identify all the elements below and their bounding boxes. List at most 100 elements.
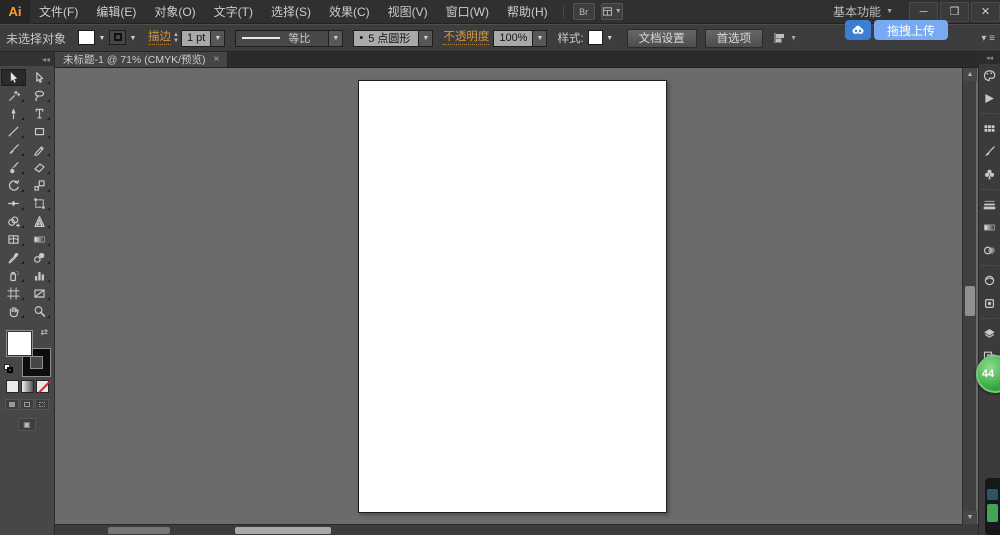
hand-tool[interactable]	[1, 303, 26, 320]
transparency-panel-icon[interactable]	[979, 239, 1000, 262]
line-segment-tool[interactable]	[1, 123, 26, 140]
screen-mode-button[interactable]: ▣	[18, 418, 36, 431]
maximize-button[interactable]: ❐	[940, 2, 969, 22]
layers-panel-icon[interactable]	[979, 322, 1000, 345]
arrange-documents-icon[interactable]: ▼	[601, 3, 623, 20]
width-tool[interactable]	[1, 195, 26, 212]
menu-item-2[interactable]: 对象(O)	[145, 0, 204, 24]
menu-item-3[interactable]: 文字(T)	[205, 0, 262, 24]
opacity-combo[interactable]: 100% ▼	[493, 30, 547, 47]
menu-item-8[interactable]: 帮助(H)	[498, 0, 557, 24]
canvas-area[interactable]	[55, 68, 978, 524]
panel-dock: ◂◂	[978, 52, 1000, 535]
panel-menu-icon[interactable]: ▾ ≡	[981, 33, 995, 44]
artboard[interactable]	[358, 80, 667, 513]
magic-wand-tool[interactable]	[1, 87, 26, 104]
tools-panel-header[interactable]: ◂◂	[0, 52, 54, 66]
scale-tool[interactable]	[27, 177, 52, 194]
swatches-panel-icon[interactable]	[979, 117, 1000, 140]
tab-close-icon[interactable]: ×	[214, 54, 220, 65]
tools-grid	[0, 69, 54, 320]
bridge-icon[interactable]: Br	[573, 3, 595, 20]
chevron-down-icon: ▼	[329, 30, 343, 47]
vertical-scroll-thumb[interactable]	[965, 286, 975, 316]
direct-selection-tool[interactable]	[27, 69, 52, 86]
stroke-color-picker[interactable]: ▼	[109, 30, 140, 47]
rectangle-tool[interactable]	[27, 123, 52, 140]
gradient-tool[interactable]	[27, 231, 52, 248]
default-fill-stroke-icon[interactable]	[4, 364, 14, 374]
slice-tool[interactable]	[27, 285, 52, 302]
none-paint-button[interactable]	[36, 380, 49, 393]
style-picker[interactable]: ▼	[588, 30, 617, 47]
app-logo-icon[interactable]: Ai	[0, 0, 30, 24]
symbols-panel-icon[interactable]	[979, 163, 1000, 186]
dock-expand-icon[interactable]: ◂◂	[979, 52, 1000, 64]
workspace-switcher[interactable]: 基本功能 ▼	[833, 3, 893, 20]
pencil-tool[interactable]	[27, 141, 52, 158]
close-button[interactable]: ✕	[971, 2, 1000, 22]
lasso-tool[interactable]	[27, 87, 52, 104]
scroll-up-icon[interactable]: ▲	[963, 68, 977, 81]
zoom-tool[interactable]	[27, 303, 52, 320]
eyedropper-tool[interactable]	[1, 249, 26, 266]
draw-inside-button[interactable]	[35, 399, 49, 410]
fill-proxy-swatch[interactable]	[6, 330, 33, 357]
eraser-tool[interactable]	[27, 159, 52, 176]
rotate-tool[interactable]	[1, 177, 26, 194]
workspace-label: 基本功能	[833, 3, 881, 20]
paintbrush-tool[interactable]	[1, 141, 26, 158]
menu-item-7[interactable]: 窗口(W)	[437, 0, 498, 24]
brush-definition-combo[interactable]: • 5 点圆形 ▼	[353, 30, 433, 47]
color-panel-icon[interactable]	[979, 64, 1000, 87]
document-tab[interactable]: 未标题-1 @ 71% (CMYK/预览) ×	[55, 52, 228, 67]
shape-builder-tool[interactable]	[1, 213, 26, 230]
perspective-grid-tool[interactable]	[27, 213, 52, 230]
brushes-panel-icon[interactable]	[979, 140, 1000, 163]
horizontal-scroll-thumb[interactable]	[235, 527, 331, 534]
gradient-paint-button[interactable]	[21, 380, 34, 393]
artboard-tool[interactable]	[1, 285, 26, 302]
symbol-sprayer-tool[interactable]	[1, 267, 26, 284]
selection-tool[interactable]	[1, 69, 26, 86]
menu-item-4[interactable]: 选择(S)	[262, 0, 320, 24]
blend-tool[interactable]	[27, 249, 52, 266]
blob-brush-tool[interactable]	[1, 159, 26, 176]
stroke-panel-icon[interactable]	[979, 193, 1000, 216]
menu-item-1[interactable]: 编辑(E)	[87, 0, 145, 24]
column-graph-tool[interactable]	[27, 267, 52, 284]
menu-item-5[interactable]: 效果(C)	[320, 0, 379, 24]
type-tool[interactable]	[27, 105, 52, 122]
color-guide-panel-icon[interactable]	[979, 87, 1000, 110]
mesh-tool[interactable]	[1, 231, 26, 248]
menu-item-6[interactable]: 视图(V)	[379, 0, 437, 24]
dock-divider	[981, 189, 998, 190]
stroke-width-combo[interactable]: 1 pt ▼	[181, 30, 225, 47]
minimize-button[interactable]: ─	[909, 2, 938, 22]
appearance-panel-icon[interactable]	[979, 269, 1000, 292]
stroke-panel-link[interactable]: 描边	[148, 31, 171, 45]
horizontal-scrollbar[interactable]	[55, 524, 962, 535]
swap-fill-stroke-icon[interactable]: ⇄	[40, 328, 48, 337]
netdisk-cloud-icon[interactable]	[845, 20, 871, 40]
color-paint-button[interactable]	[6, 380, 19, 393]
stroke-width-stepper[interactable]: ▲▼	[173, 32, 179, 44]
vertical-scrollbar[interactable]: ▲ ▼	[962, 68, 976, 524]
document-setup-button[interactable]: 文档设置	[627, 29, 697, 48]
preferences-button[interactable]: 首选项	[705, 29, 764, 48]
stroke-profile-combo[interactable]: 等比 ▼	[235, 30, 343, 47]
gradient-panel-panel-icon[interactable]	[979, 216, 1000, 239]
fill-color-picker[interactable]: ▼	[78, 30, 109, 47]
scroll-down-icon[interactable]: ▼	[963, 511, 977, 524]
align-options[interactable]: ▼	[773, 32, 797, 44]
draw-behind-button[interactable]	[20, 399, 34, 410]
paint-style-buttons	[0, 380, 54, 393]
pen-tool[interactable]	[1, 105, 26, 122]
menu-item-0[interactable]: 文件(F)	[30, 0, 87, 24]
draw-normal-button[interactable]	[5, 399, 19, 410]
drag-upload-button[interactable]: 拖拽上传	[874, 20, 948, 40]
side-tray-widget[interactable]	[985, 478, 1000, 535]
opacity-panel-link[interactable]: 不透明度	[443, 31, 489, 45]
free-transform-tool[interactable]	[27, 195, 52, 212]
graphic-styles-panel-icon[interactable]	[979, 292, 1000, 315]
